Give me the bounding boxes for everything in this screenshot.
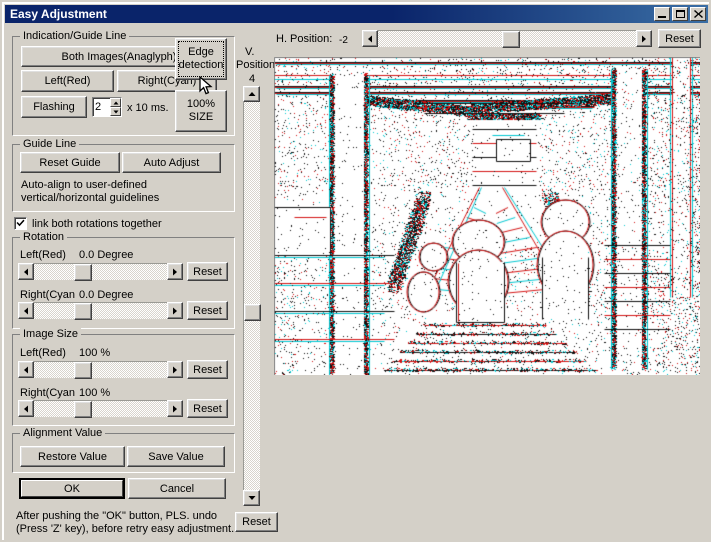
auto-adjust-button[interactable]: Auto Adjust [122, 152, 221, 173]
indication-group-label: Indication/Guide Line [20, 30, 130, 42]
image-size-right-reset-button[interactable]: Reset [187, 399, 228, 418]
rotation-left-track[interactable] [34, 263, 167, 281]
anaglyph-preview-canvas[interactable] [274, 57, 700, 375]
image-size-left-label: Left(Red) [20, 347, 66, 359]
minimize-button[interactable] [654, 7, 670, 21]
left-red-button[interactable]: Left(Red) [21, 70, 114, 92]
scroll-right-arrow-icon[interactable] [636, 30, 652, 47]
size-100-label-1: 100% [186, 98, 216, 110]
v-position-label-2: Position [236, 59, 276, 71]
scroll-left-arrow-icon[interactable] [18, 263, 34, 280]
alignment-group-label: Alignment Value [20, 427, 106, 439]
rotation-left-label: Left(Red) [20, 249, 66, 261]
image-size-right-slider[interactable] [18, 400, 183, 418]
close-button[interactable] [690, 7, 706, 21]
h-position-track[interactable] [378, 30, 636, 48]
image-size-left-thumb[interactable] [73, 362, 92, 379]
flash-interval-unit-label: x 10 ms. [127, 102, 169, 114]
link-rotations-checkbox[interactable] [14, 217, 27, 230]
image-size-right-label: Right(Cyan [20, 387, 76, 399]
save-value-button[interactable]: Save Value [127, 446, 225, 467]
h-position-slider[interactable] [362, 30, 652, 48]
scroll-left-arrow-icon[interactable] [18, 302, 34, 319]
scroll-right-arrow-icon[interactable] [167, 400, 183, 417]
image-size-left-track[interactable] [34, 361, 167, 379]
scroll-left-arrow-icon[interactable] [18, 400, 34, 417]
rotation-left-reset-button[interactable]: Reset [187, 262, 228, 281]
title-bar: Easy Adjustment [5, 5, 708, 23]
h-position-reset-button[interactable]: Reset [658, 29, 701, 48]
v-position-reset-button[interactable]: Reset [235, 512, 278, 532]
rotation-right-thumb[interactable] [73, 303, 92, 320]
v-position-track[interactable] [243, 102, 261, 490]
scroll-right-arrow-icon[interactable] [167, 263, 183, 280]
window-title: Easy Adjustment [10, 7, 107, 21]
scroll-up-arrow-icon[interactable] [243, 86, 260, 102]
rotation-left-value: 0.0 Degree [79, 249, 134, 261]
spin-down-icon[interactable] [110, 107, 121, 116]
easy-adjustment-window: Easy Adjustment Indication/Guide Line Bo… [0, 0, 711, 542]
h-position-value: -2 [339, 35, 348, 46]
rotation-right-reset-button[interactable]: Reset [187, 301, 228, 320]
scroll-down-arrow-icon[interactable] [243, 490, 260, 506]
flashing-button[interactable]: Flashing [21, 96, 87, 118]
rotation-left-thumb[interactable] [73, 264, 92, 281]
image-size-left-slider[interactable] [18, 361, 183, 379]
scroll-right-arrow-icon[interactable] [167, 302, 183, 319]
footer-hint-line-1: After pushing the "OK" button, PLS. undo [16, 510, 218, 522]
spin-up-icon[interactable] [110, 98, 121, 107]
guide-hint-line-2: vertical/horizontal guidelines [21, 192, 160, 204]
guide-hint-line-1: Auto-align to user-defined [21, 179, 147, 191]
scroll-left-arrow-icon[interactable] [18, 361, 34, 378]
edge-detection-label-2: detection [178, 59, 224, 71]
image-size-right-value: 100 % [79, 387, 111, 399]
image-size-left-value: 100 % [79, 347, 111, 359]
image-size-left-reset-button[interactable]: Reset [187, 360, 228, 379]
image-size-right-track[interactable] [34, 400, 167, 418]
scroll-right-arrow-icon[interactable] [167, 361, 183, 378]
flash-interval-value: 2 [95, 101, 102, 113]
flash-interval-stepper[interactable]: 2 [92, 97, 122, 117]
flash-interval-spin-buttons[interactable] [110, 98, 121, 116]
v-position-slider[interactable] [243, 86, 261, 506]
rotation-right-label: Right(Cyan [20, 289, 76, 301]
edge-detection-button[interactable]: Edge detection [175, 38, 227, 80]
ok-button[interactable]: OK [19, 478, 125, 499]
anaglyph-preview-panel[interactable] [274, 57, 700, 375]
scroll-left-arrow-icon[interactable] [362, 30, 378, 47]
h-position-label: H. Position: [276, 33, 333, 45]
image-size-group-label: Image Size [20, 328, 82, 340]
h-position-thumb[interactable] [501, 31, 520, 48]
v-position-label-1: V. [245, 46, 255, 58]
rotation-right-value: 0.0 Degree [79, 289, 134, 301]
reset-guide-button[interactable]: Reset Guide [20, 152, 120, 173]
rotation-right-slider[interactable] [18, 302, 183, 320]
maximize-button[interactable] [672, 7, 688, 21]
v-position-thumb[interactable] [244, 303, 261, 321]
cancel-button[interactable]: Cancel [128, 478, 226, 499]
footer-hint-line-2: (Press 'Z' key), before retry easy adjus… [16, 523, 235, 535]
rotation-left-slider[interactable] [18, 263, 183, 281]
image-size-right-thumb[interactable] [73, 401, 92, 418]
v-position-value: 4 [249, 73, 256, 85]
rotation-right-track[interactable] [34, 302, 167, 320]
window-controls [654, 7, 706, 21]
edge-detection-label-1: Edge [188, 46, 214, 58]
rotation-group-label: Rotation [20, 231, 67, 243]
link-rotations-label: link both rotations together [32, 218, 162, 230]
restore-value-button[interactable]: Restore Value [20, 446, 125, 467]
size-100-label-2: SIZE [188, 111, 214, 123]
ok-button-label: OK [21, 480, 123, 497]
size-100-button[interactable]: 100% SIZE [175, 90, 227, 132]
guide-line-group-label: Guide Line [20, 138, 80, 150]
